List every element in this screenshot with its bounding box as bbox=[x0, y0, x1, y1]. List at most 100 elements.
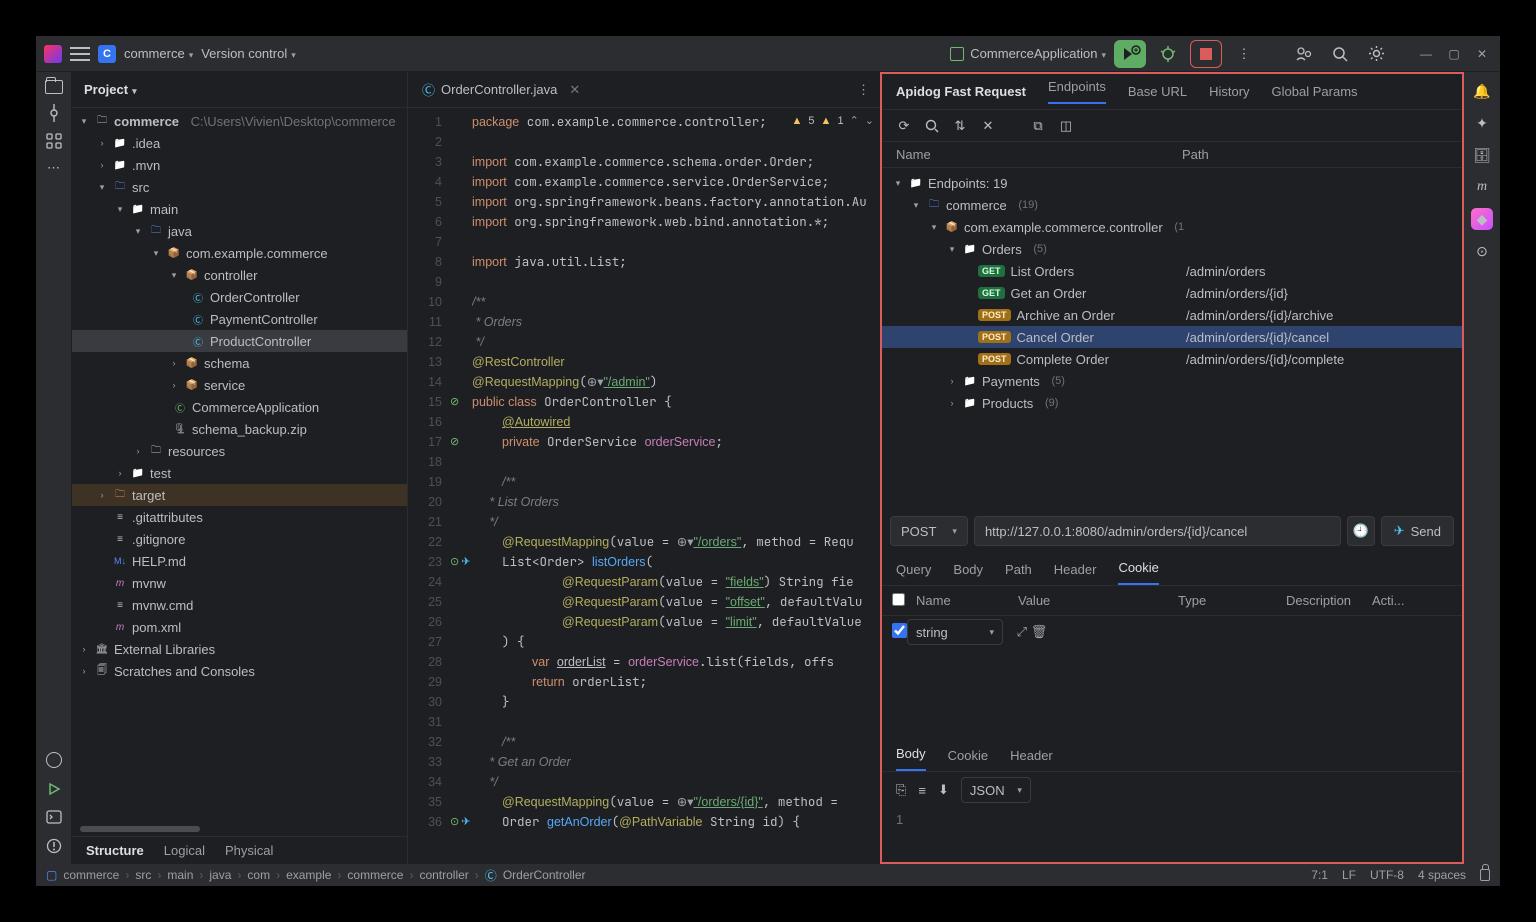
indent-setting[interactable]: 4 spaces bbox=[1418, 868, 1466, 882]
tree-node[interactable]: pom.xml bbox=[132, 620, 181, 635]
tab-header[interactable]: Header bbox=[1054, 562, 1097, 585]
project-tool-icon[interactable] bbox=[45, 80, 63, 94]
api-module[interactable]: commerce bbox=[946, 198, 1007, 213]
tree-node[interactable]: java bbox=[168, 224, 192, 239]
tab-body[interactable]: Body bbox=[953, 562, 983, 585]
ai-assistant-icon[interactable]: ✦ bbox=[1471, 112, 1493, 134]
crumb[interactable]: OrderController bbox=[503, 868, 586, 882]
editor-tab-active[interactable]: Ⓒ OrderController.java ✕ bbox=[408, 72, 594, 108]
tree-node[interactable]: .mvn bbox=[132, 158, 160, 173]
response-format-select[interactable]: JSON▾ bbox=[961, 777, 1031, 803]
editor-options-icon[interactable]: ⋮ bbox=[857, 82, 880, 98]
debug-button[interactable] bbox=[1154, 40, 1182, 68]
maximize-icon[interactable]: ▢ bbox=[1444, 44, 1464, 64]
split-icon[interactable]: ◫ bbox=[1058, 118, 1074, 134]
crumb[interactable]: src bbox=[135, 868, 151, 882]
tab-path[interactable]: Path bbox=[1005, 562, 1032, 585]
tree-node-selected[interactable]: ProductController bbox=[210, 334, 311, 349]
crumb[interactable]: com bbox=[247, 868, 270, 882]
tree-node[interactable]: service bbox=[204, 378, 245, 393]
resp-tab-cookie[interactable]: Cookie bbox=[948, 748, 988, 771]
popout-icon[interactable]: ⧉ bbox=[1030, 118, 1046, 134]
tree-node[interactable]: .gitignore bbox=[132, 532, 185, 547]
format-icon[interactable]: ≡ bbox=[918, 783, 926, 798]
search-icon[interactable] bbox=[924, 118, 940, 134]
cursor-position[interactable]: 7:1 bbox=[1311, 868, 1328, 882]
tree-node[interactable]: HELP.md bbox=[132, 554, 186, 569]
apidog-toolwindow-icon[interactable]: ◆ bbox=[1471, 208, 1493, 230]
tree-node[interactable]: resources bbox=[168, 444, 225, 459]
tree-node[interactable]: .gitattributes bbox=[132, 510, 203, 525]
gutter-icons[interactable]: ⊘⊘ ⊙✈ ⊙✈ bbox=[450, 108, 472, 864]
close-icon[interactable]: ✕ bbox=[1472, 44, 1492, 64]
api-root[interactable]: Endpoints: 19 bbox=[928, 176, 1008, 191]
database-icon[interactable]: 🗄 bbox=[1471, 144, 1493, 166]
tab-cookie[interactable]: Cookie bbox=[1118, 560, 1158, 585]
problems-icon[interactable] bbox=[46, 838, 62, 854]
stop-button[interactable] bbox=[1190, 40, 1222, 68]
tree-node[interactable]: mvnw bbox=[132, 576, 166, 591]
crumb[interactable]: commerce bbox=[347, 868, 403, 882]
inspection-badges[interactable]: ▲5 ▲1 ⌃⌄ bbox=[792, 114, 874, 127]
code-with-me-icon[interactable] bbox=[1290, 40, 1318, 68]
api-folder-payments[interactable]: Payments bbox=[982, 374, 1040, 389]
project-tree[interactable]: ▾🗀commerce C:\Users\Vivien\Desktop\comme… bbox=[72, 108, 407, 822]
services-icon[interactable] bbox=[46, 752, 62, 768]
param-checkbox[interactable] bbox=[892, 623, 907, 638]
expand-icon[interactable]: ⇅ bbox=[952, 118, 968, 134]
download-icon[interactable]: ⬇ bbox=[938, 782, 949, 798]
resp-tab-header[interactable]: Header bbox=[1010, 748, 1053, 771]
resp-tab-body[interactable]: Body bbox=[896, 746, 926, 771]
minimize-icon[interactable]: — bbox=[1416, 44, 1436, 64]
run-tool-icon[interactable] bbox=[47, 782, 61, 796]
close-panel-icon[interactable]: ✕ bbox=[980, 118, 996, 134]
maven-icon[interactable]: m bbox=[1471, 176, 1493, 198]
api-folder-orders[interactable]: Orders bbox=[982, 242, 1022, 257]
response-body[interactable]: 1 bbox=[882, 808, 1462, 832]
tree-node[interactable]: mvnw.cmd bbox=[132, 598, 193, 613]
tree-node[interactable]: External Libraries bbox=[114, 642, 215, 657]
api-ep[interactable]: Get an Order bbox=[1011, 286, 1087, 301]
delete-row-icon[interactable]: 🗑 bbox=[1027, 624, 1051, 640]
apidog-tab-base[interactable]: Base URL bbox=[1128, 84, 1187, 99]
more-actions-icon[interactable]: ⋮ bbox=[1230, 40, 1258, 68]
code-body[interactable]: package com.example.commerce.controller;… bbox=[472, 108, 880, 864]
line-separator[interactable]: LF bbox=[1342, 868, 1356, 882]
project-name[interactable]: commerce bbox=[124, 46, 193, 61]
crumb[interactable]: commerce bbox=[63, 868, 119, 882]
param-type-select[interactable]: string▾ bbox=[907, 619, 1003, 645]
crumb[interactable]: java bbox=[209, 868, 231, 882]
commit-tool-icon[interactable] bbox=[45, 104, 63, 122]
select-all-checkbox[interactable] bbox=[892, 593, 905, 606]
tree-node[interactable]: PaymentController bbox=[210, 312, 318, 327]
settings-icon[interactable] bbox=[1362, 40, 1390, 68]
crumb[interactable]: example bbox=[286, 868, 331, 882]
readonly-lock-icon[interactable] bbox=[1480, 869, 1490, 881]
structure-tool-icon[interactable] bbox=[45, 132, 63, 150]
url-input[interactable]: http://127.0.0.1:8080/admin/orders/{id}/… bbox=[974, 516, 1341, 546]
tree-node[interactable]: test bbox=[150, 466, 171, 481]
api-ep[interactable]: List Orders bbox=[1011, 264, 1075, 279]
search-icon[interactable] bbox=[1326, 40, 1354, 68]
tree-node[interactable]: src bbox=[132, 180, 149, 195]
refresh-icon[interactable]: ⟳ bbox=[896, 118, 912, 134]
history-icon[interactable]: 🕘 bbox=[1347, 516, 1375, 546]
tree-node[interactable]: CommerceApplication bbox=[192, 400, 319, 415]
apidog-tab-history[interactable]: History bbox=[1209, 84, 1249, 99]
close-tab-icon[interactable]: ✕ bbox=[569, 82, 580, 98]
vcs-menu[interactable]: Version control bbox=[201, 46, 296, 61]
tree-node[interactable]: com.example.commerce bbox=[186, 246, 328, 261]
crumb[interactable]: controller bbox=[419, 868, 468, 882]
tree-node[interactable]: OrderController bbox=[210, 290, 300, 305]
api-folder-products[interactable]: Products bbox=[982, 396, 1033, 411]
send-button[interactable]: ✈Send bbox=[1381, 516, 1454, 546]
view-tab-physical[interactable]: Physical bbox=[225, 843, 273, 864]
apidog-tab-fast[interactable]: Apidog Fast Request bbox=[896, 84, 1026, 99]
notifications-icon[interactable]: 🔔 bbox=[1471, 80, 1493, 102]
http-method-select[interactable]: POST▾ bbox=[890, 516, 968, 546]
tab-query[interactable]: Query bbox=[896, 562, 931, 585]
run-config-selector[interactable]: CommerceApplication bbox=[950, 46, 1106, 61]
api-ep-selected[interactable]: Cancel Order bbox=[1017, 330, 1094, 345]
expand-desc-icon[interactable]: ⤢ bbox=[1003, 624, 1027, 640]
apidog-tab-globals[interactable]: Global Params bbox=[1272, 84, 1358, 99]
